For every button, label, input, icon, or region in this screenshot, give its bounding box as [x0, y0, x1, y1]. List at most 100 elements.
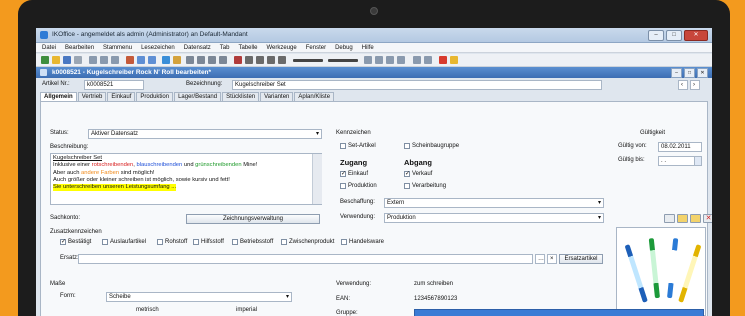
menu-fenster[interactable]: Fenster	[306, 43, 326, 52]
maximize-button[interactable]: □	[666, 30, 682, 41]
doc-close-button[interactable]: ✕	[697, 68, 708, 78]
document-titlebar: k0008521 - Kugelschreiber Rock N' Roll b…	[36, 67, 712, 78]
menu-bearbeiten[interactable]: Bearbeiten	[65, 43, 94, 52]
delete-icon[interactable]	[126, 56, 134, 64]
align-center-icon[interactable]	[278, 56, 286, 64]
image-open-icon[interactable]	[677, 214, 688, 223]
ersatz-lookup-icon[interactable]: …	[535, 254, 545, 264]
print-icon[interactable]	[74, 56, 82, 64]
chart-icon[interactable]	[397, 56, 405, 64]
einkauf-label: Einkauf	[348, 171, 369, 177]
metrisch-label: metrisch	[136, 307, 159, 313]
save-icon[interactable]	[63, 56, 71, 64]
gruppe-field[interactable]	[414, 309, 704, 316]
beschreibung-editor[interactable]: Kugelschreiber Set Inklusive einer rotsc…	[50, 153, 322, 205]
handelsware-checkbox[interactable]	[341, 239, 347, 245]
doc-minimize-button[interactable]: –	[671, 68, 682, 78]
search-icon[interactable]	[173, 56, 181, 64]
menu-lesezeichen[interactable]: Lesezeichen	[141, 43, 175, 52]
menu-werkzeuge[interactable]: Werkzeuge	[266, 43, 296, 52]
tab-lager-bestand[interactable]: Lager/Bestand	[174, 92, 222, 101]
zoom-icon[interactable]	[413, 56, 421, 64]
image-view-icon[interactable]	[664, 214, 675, 223]
gueltig-von-field[interactable]: 08.02.2011	[658, 142, 702, 152]
bold-icon[interactable]	[234, 56, 242, 64]
ersatzartikel-button[interactable]: Ersatzartikel	[559, 254, 603, 264]
tab-aplan-kliste[interactable]: Aplan/Kliste	[294, 92, 335, 101]
produktion-checkbox[interactable]	[340, 183, 346, 189]
cut-icon[interactable]	[89, 56, 97, 64]
menu-tab[interactable]: Tab	[220, 43, 230, 52]
menu-debug[interactable]: Debug	[335, 43, 353, 52]
status-label: Status:	[50, 130, 69, 136]
einkauf-checkbox[interactable]: ✓	[340, 171, 346, 177]
set-artikel-checkbox[interactable]	[340, 143, 346, 149]
first-record-icon[interactable]	[186, 56, 194, 64]
record-prev-icon[interactable]: ‹	[678, 80, 688, 90]
tab-produktion[interactable]: Produktion	[136, 92, 174, 101]
verwendung-select[interactable]: Produktion	[384, 213, 604, 223]
artikel-nr-field[interactable]: k0008521	[84, 80, 144, 90]
ersatz-field[interactable]	[78, 254, 533, 264]
editor-scrollbar[interactable]	[312, 154, 322, 204]
ersatz-clear-icon[interactable]: ×	[547, 254, 557, 264]
auslaufartikel-checkbox[interactable]	[102, 239, 108, 245]
copy-icon[interactable]	[100, 56, 108, 64]
minimize-button[interactable]: –	[648, 30, 664, 41]
table-icon[interactable]	[375, 56, 383, 64]
align-left-icon[interactable]	[267, 56, 275, 64]
highlight-icon[interactable]	[450, 56, 458, 64]
betriebsstoff-checkbox[interactable]	[232, 239, 238, 245]
verkauf-checkbox[interactable]: ✓	[404, 171, 410, 177]
next-record-icon[interactable]	[208, 56, 216, 64]
pen-shape	[667, 238, 679, 299]
tab-bar: Allgemein Vertrieb Einkauf Produktion La…	[40, 92, 335, 101]
record-next-icon[interactable]: ›	[690, 80, 700, 90]
redo-icon[interactable]	[148, 56, 156, 64]
settings-icon[interactable]	[424, 56, 432, 64]
hilfsstoff-label: Hilfsstoff	[201, 239, 224, 245]
line-style-icon[interactable]	[293, 59, 323, 62]
zwischenprodukt-checkbox[interactable]	[281, 239, 287, 245]
menu-stammenu[interactable]: Stammenu	[103, 43, 132, 52]
rohstoff-checkbox[interactable]	[157, 239, 163, 245]
calendar-icon[interactable]	[694, 156, 702, 166]
underline-icon[interactable]	[256, 56, 264, 64]
verwendung-bottom-label: Verwendung:	[336, 281, 372, 287]
prev-record-icon[interactable]	[197, 56, 205, 64]
paste-icon[interactable]	[111, 56, 119, 64]
image-save-icon[interactable]	[690, 214, 701, 223]
grid-icon[interactable]	[364, 56, 372, 64]
image-delete-icon[interactable]: ✕	[703, 214, 712, 223]
verarbeitung-checkbox[interactable]	[404, 183, 410, 189]
line-width-icon[interactable]	[328, 59, 358, 62]
tab-stuecklisten[interactable]: Stücklisten	[222, 92, 260, 101]
hilfsstoff-checkbox[interactable]	[193, 239, 199, 245]
tab-varianten[interactable]: Varianten	[260, 92, 294, 101]
tab-einkauf[interactable]: Einkauf	[107, 92, 136, 101]
menu-tabelle[interactable]: Tabelle	[238, 43, 257, 52]
italic-icon[interactable]	[245, 56, 253, 64]
open-folder-icon[interactable]	[52, 56, 60, 64]
zeichnungsverwaltung-button[interactable]: Zeichnungsverwaltung	[186, 214, 320, 224]
menu-datensatz[interactable]: Datensatz	[184, 43, 211, 52]
beschaffung-select[interactable]: Extern	[384, 198, 604, 208]
doc-maximize-button[interactable]: □	[684, 68, 695, 78]
list-icon[interactable]	[386, 56, 394, 64]
tab-vertrieb[interactable]: Vertrieb	[77, 92, 107, 101]
new-icon[interactable]	[41, 56, 49, 64]
undo-icon[interactable]	[137, 56, 145, 64]
last-record-icon[interactable]	[219, 56, 227, 64]
close-button[interactable]: ✕	[684, 30, 708, 41]
bestaetigt-checkbox[interactable]: ✓	[60, 239, 66, 245]
scheinbaugruppe-checkbox[interactable]	[404, 143, 410, 149]
menu-hilfe[interactable]: Hilfe	[362, 43, 374, 52]
status-select[interactable]: Aktiver Datensatz	[88, 129, 322, 139]
refresh-icon[interactable]	[162, 56, 170, 64]
bezeichnung-field[interactable]: Kugelschreiber Set	[232, 80, 602, 90]
tab-allgemein[interactable]: Allgemein	[40, 92, 77, 101]
pen-shape	[648, 238, 660, 299]
color-palette-icon[interactable]	[439, 56, 447, 64]
form-select[interactable]: Scheibe	[106, 292, 292, 302]
menu-datei[interactable]: Datei	[42, 43, 56, 52]
